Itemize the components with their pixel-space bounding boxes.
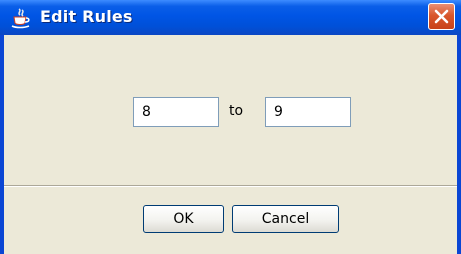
dialog-body xyxy=(0,35,461,254)
close-button[interactable] xyxy=(428,3,455,30)
java-cup-icon xyxy=(10,8,32,30)
window-title: Edit Rules xyxy=(40,7,133,26)
range-to-field[interactable] xyxy=(265,97,351,127)
window-right-border xyxy=(457,35,461,254)
range-to-label: to xyxy=(229,103,244,119)
range-from-field[interactable] xyxy=(133,97,219,127)
ok-button[interactable]: OK xyxy=(143,205,224,233)
title-bar[interactable]: Edit Rules xyxy=(0,0,461,35)
window-left-border xyxy=(0,35,4,254)
close-icon xyxy=(434,9,449,24)
button-panel-separator-highlight xyxy=(4,186,457,187)
cancel-button[interactable]: Cancel xyxy=(232,205,339,233)
